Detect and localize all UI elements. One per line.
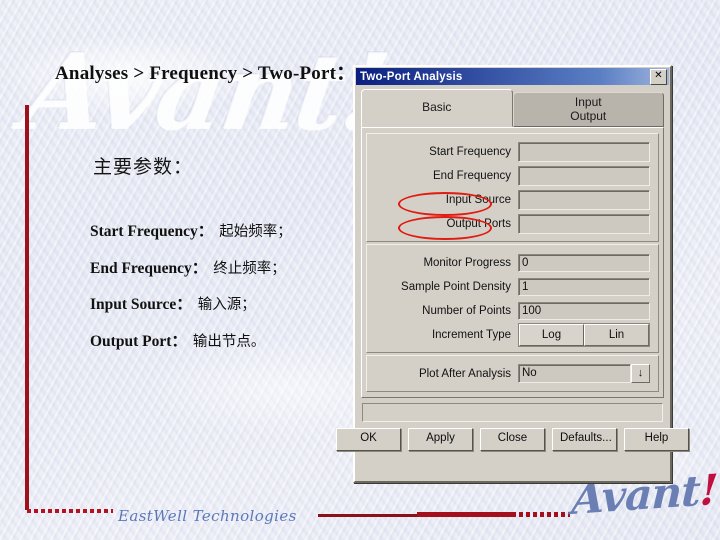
section-title: 主要参数： [93,156,194,178]
label-number-of-points: Number of Points [422,304,511,317]
tab-input-output[interactable]: Input Output [512,92,664,127]
page-title: Analyses > Frequency > Two-Port： [55,63,356,84]
defaults-button[interactable]: Defaults... [552,428,617,451]
tab-strip: Basic Input Output [361,89,664,127]
label-output-ports-text: Output Ports [446,217,511,230]
list-item: Input Source： 输入源； [90,292,345,314]
param-label-output-port: Output Port： [90,332,187,350]
label-end-frequency: End Frequency [433,169,511,182]
tab-basic[interactable]: Basic [361,89,513,127]
input-monitor-progress[interactable]: 0 [518,253,650,272]
frequency-group: Start Frequency End Frequency Input Sour… [366,133,659,242]
input-output-ports[interactable] [518,213,650,234]
field-row-start-frequency: Start Frequency [370,141,655,162]
tab-input-output-label: Input Output [570,95,607,123]
dialog-title: Two-Port Analysis [360,70,463,83]
param-cn-input-source: 输入源； [197,297,256,313]
plot-group: Plot After Analysis No ↓ [366,355,659,392]
field-row-number-of-points: Number of Points 100 [370,300,655,321]
slide-canvas: Avant! Analyses > Frequency > Two-Port： … [0,0,720,540]
parameter-list: Start Frequency： 起始频率； End Frequency： 终止频率… [90,219,345,365]
field-row-monitor-progress: Monitor Progress 0 [370,252,655,273]
field-row-plot-after-analysis: Plot After Analysis No ↓ [370,363,655,384]
param-cn-start-frequency: 起始频率； [219,224,292,240]
field-row-sample-point-density: Sample Point Density 1 [370,276,655,297]
tab-input-output-line2: Output [570,108,607,123]
param-label-end-frequency: End Frequency： [90,259,208,277]
label-monitor-progress: Monitor Progress [423,256,511,269]
tab-input-output-line1: Input [574,95,602,110]
close-button[interactable]: Close [480,428,545,451]
field-row-increment-type: Increment Type Log Lin [370,322,655,347]
input-input-source[interactable] [518,189,650,210]
footer-brand: EastWell Technologies [118,507,297,525]
dialog-titlebar[interactable]: Two-Port Analysis ✕ [356,68,669,85]
input-sample-point-density[interactable]: 1 [518,277,650,296]
field-row-end-frequency: End Frequency [370,165,655,186]
apply-button[interactable]: Apply [408,428,473,451]
label-sample-point-density: Sample Point Density [401,280,511,293]
param-label-input-source: Input Source： [90,296,192,313]
dialog-button-row: OK Apply Close Defaults... Help [336,428,689,451]
avant-watermark: Avant! [15,30,395,153]
sampling-group: Monitor Progress 0 Sample Point Density … [366,244,659,353]
close-icon[interactable]: ✕ [650,68,667,85]
avant-logo-exclamation: ! [698,465,719,516]
footer-line-thin [318,514,418,517]
label-input-source-text: Input Source [445,193,511,206]
left-red-rule [25,105,29,510]
list-item: End Frequency： 终止频率； [90,256,345,278]
label-plot-after-analysis: Plot After Analysis [418,367,511,380]
plot-after-analysis-value: No [518,364,631,383]
input-start-frequency[interactable] [518,141,650,162]
chevron-down-icon[interactable]: ↓ [631,364,650,383]
help-button[interactable]: Help [624,428,689,451]
label-input-source: Input Source [370,191,518,216]
increment-type-toggle: Log Lin [518,322,650,347]
param-cn-end-frequency: 终止频率； [213,260,286,277]
footer-line-thick [417,512,512,517]
label-start-frequency: Start Frequency [429,145,511,158]
tab-panel: Start Frequency End Frequency Input Sour… [361,127,664,398]
footer-dotted-right [512,512,570,517]
param-cn-output-port: 输出节点。 [192,333,266,350]
tab-basic-label: Basic [422,100,452,115]
ok-button[interactable]: OK [336,428,401,451]
input-number-of-points[interactable]: 100 [518,301,650,320]
param-label-start-frequency: Start Frequency： [90,223,214,240]
footer-dotted-left [27,509,113,513]
list-item: Output Port： 输出节点。 [90,329,345,351]
input-end-frequency[interactable] [518,165,650,186]
list-item: Start Frequency： 起始频率； [90,219,345,241]
increment-type-lin-button[interactable]: Lin [584,323,649,346]
increment-type-log-button[interactable]: Log [519,323,584,346]
two-port-analysis-dialog: Two-Port Analysis ✕ Basic Input Output S… [336,65,689,483]
field-row-output-ports: Output Ports [370,213,655,240]
plot-after-analysis-dropdown[interactable]: No ↓ [518,364,650,383]
field-row-input-source: Input Source [370,189,655,216]
status-bar [362,403,663,422]
label-output-ports: Output Ports [370,215,518,240]
label-increment-type: Increment Type [431,328,511,341]
